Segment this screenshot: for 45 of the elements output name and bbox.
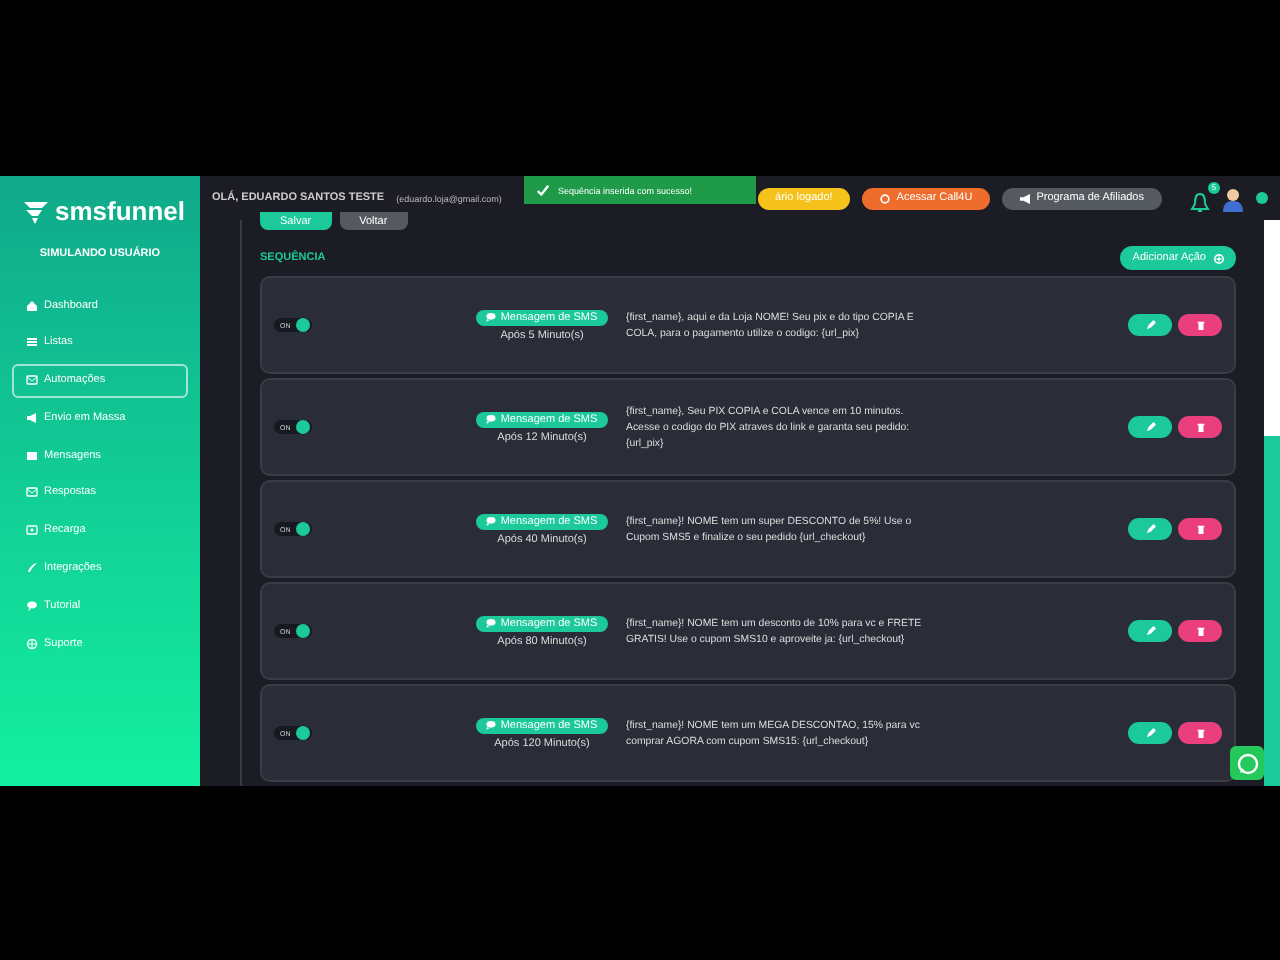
mail-icon — [26, 486, 38, 499]
edit-button[interactable] — [1128, 314, 1172, 336]
mail-icon — [26, 374, 38, 387]
delete-button[interactable] — [1178, 416, 1222, 438]
check-icon — [536, 183, 550, 197]
status-dot — [1256, 192, 1268, 204]
scrollbar[interactable] — [1264, 220, 1280, 786]
trash-icon — [1195, 728, 1205, 738]
megaphone-icon — [26, 411, 38, 424]
home-icon — [26, 299, 38, 311]
list-icon — [26, 336, 38, 349]
delete-button[interactable] — [1178, 620, 1222, 642]
chat-icon — [486, 414, 497, 424]
edit-button[interactable] — [1128, 416, 1172, 438]
pencil-icon — [1145, 422, 1155, 432]
pencil-icon — [1145, 728, 1155, 738]
trash-icon — [1195, 422, 1205, 432]
chat-icon — [486, 516, 497, 526]
edit-button[interactable] — [1128, 722, 1172, 744]
pencil-icon — [1145, 320, 1155, 330]
edit-button[interactable] — [1128, 518, 1172, 540]
delete-button[interactable] — [1178, 518, 1222, 540]
trash-icon — [1195, 320, 1205, 330]
whatsapp-button[interactable] — [1230, 746, 1264, 780]
delete-button[interactable] — [1178, 722, 1222, 744]
plus-icon — [1214, 253, 1224, 263]
envelope-icon — [26, 449, 38, 462]
logo-text: smsfunnel — [54, 196, 185, 226]
megaphone-icon — [1020, 193, 1031, 203]
trash-icon — [1195, 626, 1205, 636]
chat-icon — [486, 312, 497, 322]
bell-icon[interactable] — [1190, 191, 1210, 213]
pencil-icon — [1145, 626, 1155, 636]
chat-icon — [486, 618, 497, 628]
chat-icon — [26, 599, 38, 612]
trash-icon — [1195, 524, 1205, 534]
edit-button[interactable] — [1128, 620, 1172, 642]
card-icon — [26, 524, 38, 537]
delete-button[interactable] — [1178, 314, 1222, 336]
chat-bubble-icon — [1235, 751, 1259, 775]
logo-icon — [22, 197, 51, 225]
chat-icon — [486, 720, 497, 730]
pencil-icon — [1145, 524, 1155, 534]
avatar[interactable] — [1222, 185, 1244, 211]
globe-icon — [26, 637, 38, 650]
